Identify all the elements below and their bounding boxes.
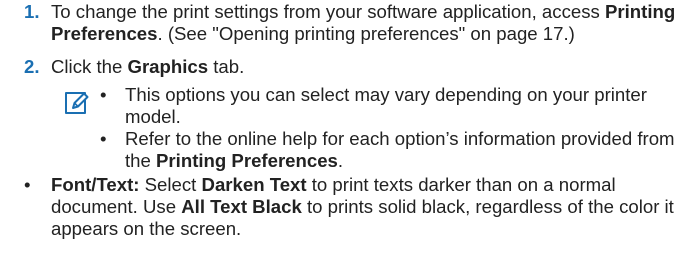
step-2-text-b: tab.: [213, 56, 245, 77]
bullet: •: [24, 174, 31, 195]
note-bullet: • This options you can select may vary d…: [99, 84, 689, 128]
all-text-black-term: All Text Black: [181, 196, 302, 217]
pencil-note-icon: [65, 92, 89, 114]
font-text-label: Font/Text:: [51, 174, 140, 195]
font-text-text-a: Select: [144, 174, 197, 195]
step-1-text: To change the print settings from your s…: [51, 1, 691, 45]
printing-preferences-term: Printing Preferences: [156, 150, 338, 171]
darken-text-term: Darken Text: [201, 174, 307, 195]
bullet: •: [100, 84, 107, 105]
step-number: 2.: [24, 56, 40, 77]
step-2-text: Click the Graphics tab.: [51, 56, 691, 78]
note-bullet: • Refer to the online help for each opti…: [99, 128, 689, 172]
note-list: • This options you can select may vary d…: [99, 84, 689, 172]
step-2-text-a: Click the: [51, 56, 123, 77]
bullet: •: [100, 128, 107, 149]
step-number: 1.: [24, 1, 40, 22]
note-bullet-text-b: .: [337, 150, 344, 171]
step-1-text-a: To change the print settings from your s…: [51, 1, 600, 22]
document-page: 1. To change the print settings from you…: [0, 0, 692, 276]
step-1-text-b: . (See "Opening printing preferences" on…: [157, 23, 575, 44]
graphics-tab-term: Graphics: [127, 56, 209, 77]
font-text-option: • Font/Text: Select Darken Text to print…: [24, 174, 689, 240]
note-bullet-text: Refer to the online help for each option…: [125, 128, 689, 172]
note-bullet-text: This options you can select may vary dep…: [125, 84, 647, 127]
